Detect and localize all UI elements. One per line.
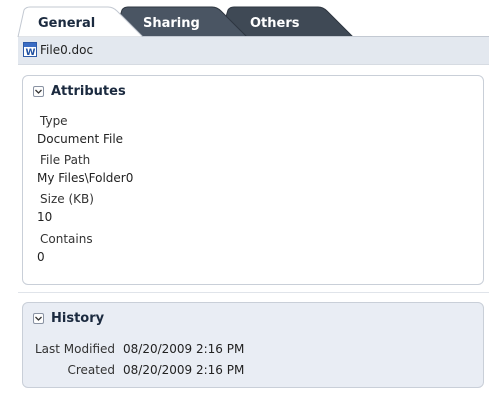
file-name[interactable]: File0.doc [40,43,93,57]
file-path-value: My Files\Folder0 [37,171,134,185]
attributes-panel: Attributes Type Document File File Path … [22,75,484,285]
svg-text:W: W [26,48,36,57]
chevron-down-icon[interactable] [33,313,44,324]
type-value: Document File [37,132,124,146]
history-title: History [51,311,105,326]
tab-general-label: General [38,16,96,31]
chevron-down-icon[interactable] [33,86,44,97]
history-panel: History Last Modified 08/20/2009 2:16 PM… [22,302,484,388]
size-value: 10 [37,210,53,224]
last-modified-label: Last Modified [34,342,115,356]
file-strip: W File0.doc [18,37,489,65]
tab-others-label: Others [250,16,300,31]
tab-sharing-label: Sharing [143,16,200,31]
created-value: 08/20/2009 2:16 PM [123,363,245,377]
divider [18,292,489,293]
created-label: Created [67,363,116,377]
size-label: Size (KB) [40,192,94,206]
word-document-icon: W [23,42,37,58]
attributes-title: Attributes [51,84,126,99]
tab-bar: General Sharing Others [0,0,489,37]
last-modified-value: 08/20/2009 2:16 PM [123,342,245,356]
contains-value: 0 [37,250,45,264]
file-path-label: File Path [40,153,91,167]
contains-label: Contains [40,232,93,246]
type-label: Type [40,114,68,128]
